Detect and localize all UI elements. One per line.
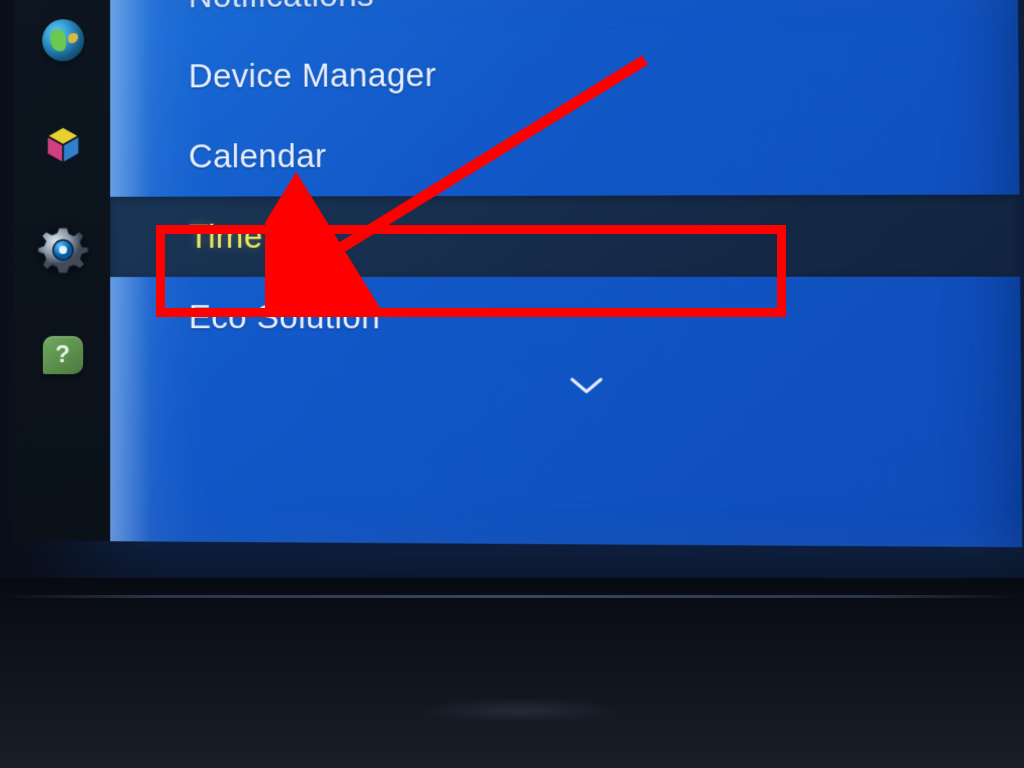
settings-menu-panel: Notifications Device Manager Calendar Ti… [110,0,1022,547]
help-icon: ? [42,336,82,374]
menu-item-notifications[interactable]: Notifications [160,0,1018,37]
sidebar-item-settings[interactable] [37,225,87,275]
tv-screen: ? Notifications Device Manager Calendar … [0,0,1024,599]
menu-item-label: Time [189,218,263,255]
menu-item-device-manager[interactable]: Device Manager [160,31,1018,117]
menu-item-eco-solution[interactable]: Eco Solution [160,277,1020,359]
sidebar-item-smarthub[interactable] [38,120,88,170]
menu-item-label: Device Manager [189,56,437,95]
tv-bezel [0,578,1024,768]
scroll-down-indicator[interactable] [160,357,1021,419]
menu-item-calendar[interactable]: Calendar [160,113,1019,197]
menu-item-label: Notifications [188,0,374,14]
category-sidebar: ? [15,0,110,541]
menu-item-time[interactable]: Time [110,195,1020,277]
bezel-highlight [420,698,620,723]
help-symbol: ? [55,341,70,369]
globe-icon [42,19,84,61]
smart-hub-icon [41,123,85,167]
sidebar-item-help[interactable]: ? [37,330,87,380]
sidebar-item-web[interactable] [38,15,88,65]
chevron-down-icon [567,374,604,396]
menu-item-label: Eco Solution [189,298,381,335]
menu-item-label: Calendar [189,137,327,175]
settings-gear-icon [35,223,89,277]
bezel-edge [0,595,1024,598]
